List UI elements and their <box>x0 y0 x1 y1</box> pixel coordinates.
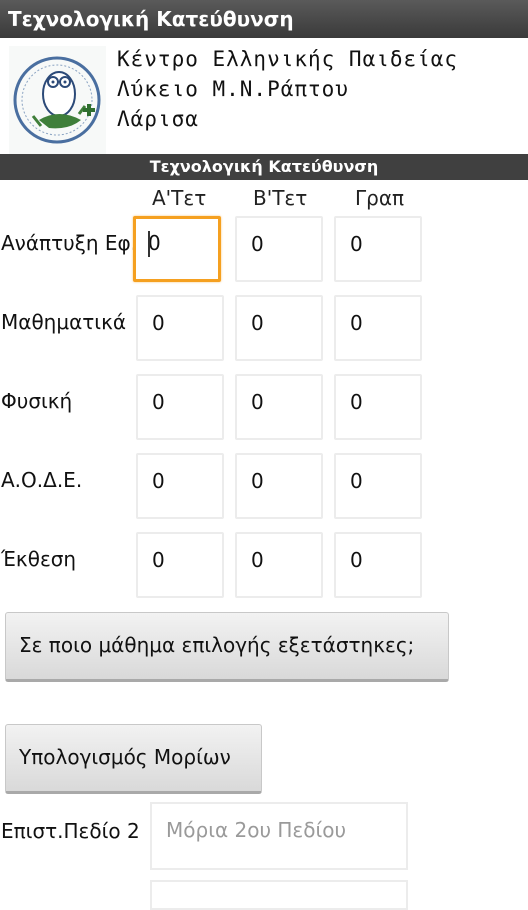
column-header-a-tet: Α'Τετ <box>152 186 207 210</box>
row-label-aode: Α.Ο.Δ.Ε. <box>1 468 83 492</box>
next-field-input[interactable] <box>150 880 408 910</box>
calculate-points-button[interactable]: Υπολογισμός Μορίων <box>5 724 262 794</box>
row-label-anaptyxi: Ανάπτυξη Εφ. <box>1 231 138 255</box>
grade-input-mathimatika-grap[interactable]: 0 <box>334 295 422 361</box>
column-header-grap: Γραπ <box>355 186 405 210</box>
school-header: Κέντρο Ελληνικής Παιδείας Λύκειο Μ.Ν.Ράπ… <box>0 38 528 154</box>
app-title-bar: Τεχνολογική Κατεύθυνση <box>0 0 528 38</box>
school-line-2: Λύκειο Μ.Ν.Ράπτου <box>117 77 349 101</box>
grade-input-fysiki-grap[interactable]: 0 <box>334 374 422 440</box>
grade-input-aode-b[interactable]: 0 <box>235 453 323 519</box>
grade-input-fysiki-b[interactable]: 0 <box>235 374 323 440</box>
grade-input-mathimatika-b[interactable]: 0 <box>235 295 323 361</box>
field-2-points-input[interactable]: Μόρια 2ου Πεδίου <box>150 802 408 870</box>
elective-course-button[interactable]: Σε ποιο μάθημα επιλογής εξετάστηκες; <box>5 612 449 682</box>
row-label-fysiki: Φυσική <box>1 389 73 413</box>
column-header-b-tet: Β'Τετ <box>253 186 308 210</box>
grade-input-ekthesi-grap[interactable]: 0 <box>334 532 422 598</box>
grade-input-anaptyxi-a[interactable]: 0 <box>133 216 221 282</box>
grade-input-anaptyxi-b[interactable]: 0 <box>235 216 323 282</box>
row-label-mathimatika: Μαθηματικά <box>1 310 127 334</box>
grade-input-mathimatika-a[interactable]: 0 <box>136 295 224 361</box>
grade-input-fysiki-a[interactable]: 0 <box>136 374 224 440</box>
owl-logo-icon <box>9 46 106 154</box>
school-name: Κέντρο Ελληνικής Παιδείας Λύκειο Μ.Ν.Ράπ… <box>117 44 458 134</box>
section-title-bar: Τεχνολογική Κατεύθυνση <box>0 154 528 180</box>
grade-input-anaptyxi-grap[interactable]: 0 <box>334 216 422 282</box>
grade-input-ekthesi-b[interactable]: 0 <box>235 532 323 598</box>
grade-input-aode-grap[interactable]: 0 <box>334 453 422 519</box>
field-2-label: Επιστ.Πεδίο 2 <box>1 819 140 843</box>
school-line-1: Κέντρο Ελληνικής Παιδείας <box>117 47 459 71</box>
app-title: Τεχνολογική Κατεύθυνση <box>8 7 294 31</box>
row-label-ekthesi: Έκθεση <box>1 547 77 571</box>
grade-input-ekthesi-a[interactable]: 0 <box>136 532 224 598</box>
grade-input-aode-a[interactable]: 0 <box>136 453 224 519</box>
school-line-3: Λάρισα <box>117 107 199 131</box>
section-title: Τεχνολογική Κατεύθυνση <box>149 157 379 176</box>
